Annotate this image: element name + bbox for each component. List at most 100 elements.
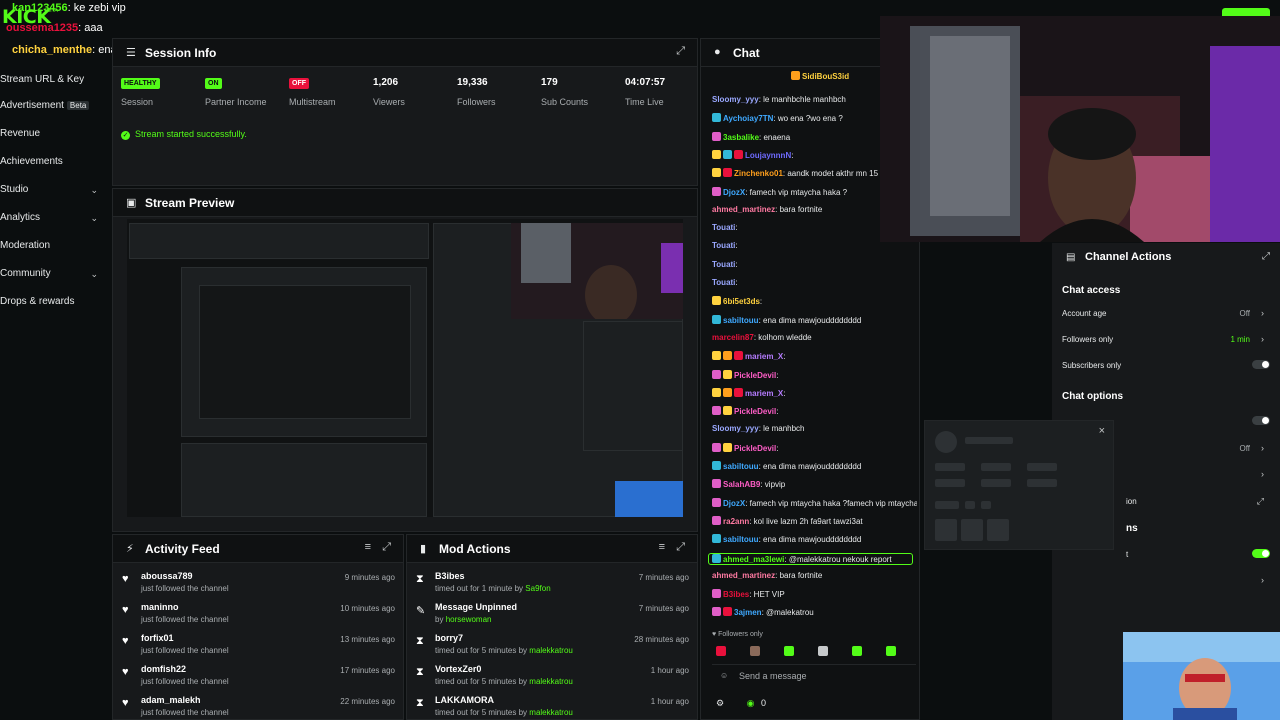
sidebar-item[interactable]: Revenue (0, 128, 108, 148)
chat-username[interactable]: Touati (712, 260, 735, 269)
chat-message[interactable]: 6bi5et3ds: (712, 296, 917, 306)
chat-username[interactable]: mariem_X (745, 352, 783, 361)
chat-option-row[interactable] (1126, 416, 1270, 437)
chat-username[interactable]: LoujaynnnN (745, 151, 791, 160)
mod-action-item[interactable]: ⧗ borry7 timed out for 5 minutes by malekk… (407, 631, 697, 662)
chevron-right-icon[interactable]: › (1261, 334, 1264, 344)
chat-message[interactable]: Touati: (712, 241, 917, 250)
close-icon[interactable]: × (1099, 425, 1105, 437)
chat-option-row[interactable]: › (1126, 575, 1270, 596)
chat-message[interactable]: sabiltouu: ena dima mawjoudddddddd (712, 461, 917, 471)
chat-option-row[interactable]: ns (1126, 523, 1270, 543)
chat-input[interactable]: ☺ Send a message (712, 664, 916, 686)
chevron-down-icon[interactable]: ⌄ (90, 185, 98, 196)
emote-icon[interactable] (886, 646, 896, 656)
emote-icon[interactable] (716, 646, 726, 656)
chevron-right-icon[interactable]: › (1261, 443, 1264, 453)
chat-username[interactable]: 3ajmen (734, 608, 762, 617)
chat-username[interactable]: ahmed_martinez (712, 205, 775, 214)
chat-message[interactable]: SalahAB9: vipvip (712, 479, 917, 489)
emote-icon[interactable] (784, 646, 794, 656)
mod-action-item[interactable]: ✎ Message Unpinned by horsewoman 7 minutes … (407, 600, 697, 631)
chat-message[interactable]: PickleDevil: (712, 442, 917, 453)
chat-message[interactable]: DjozX: famech vip mtaycha haka ?famech v… (712, 497, 917, 508)
chat-message[interactable]: Touati: (712, 260, 917, 269)
chat-message[interactable]: mariem_X: (712, 351, 917, 361)
chat-message[interactable]: marcelin87: kolhom wledde (712, 333, 917, 342)
moderator-name[interactable]: Sa9fon (525, 584, 550, 593)
chat-username[interactable]: 3asbalike (723, 133, 759, 142)
sidebar-item[interactable]: Advertisement Beta (0, 100, 108, 120)
chat-username[interactable]: PickleDevil (734, 407, 776, 416)
chat-username[interactable]: ahmed_ma3lewi (723, 555, 784, 564)
chat-username[interactable]: SalahAB9 (723, 480, 760, 489)
chat-username[interactable]: ahmed_martinez (712, 571, 775, 580)
chat-username[interactable]: Sloomy_yyy (712, 424, 759, 433)
expand-icon[interactable]: ⤢ (676, 541, 685, 554)
moderator-name[interactable]: malekkatrou (529, 708, 573, 717)
activity-item[interactable]: ♥ forfix01 just followed the channel 13 min… (113, 631, 403, 662)
chat-username[interactable]: 6bi5et3ds (723, 297, 760, 306)
emote-icon[interactable] (852, 646, 862, 656)
expand-icon[interactable]: ⤢ (1257, 496, 1264, 507)
moderator-name[interactable]: malekkatrou (529, 677, 573, 686)
chat-message[interactable]: PickleDevil: (712, 369, 917, 380)
chat-username[interactable]: Aychoiay7TN (723, 114, 773, 123)
toggle-switch[interactable] (1252, 360, 1270, 369)
sidebar-item[interactable]: Drops & rewards (0, 296, 108, 316)
mod-action-item[interactable]: ⧗ LAKKAMORA timed out for 5 minutes by mal… (407, 693, 697, 720)
chat-username[interactable]: sabiltouu (723, 462, 759, 471)
activity-item[interactable]: ♥ adam_malekh just followed the channel 22 … (113, 693, 403, 720)
chat-username[interactable]: marcelin87 (712, 333, 754, 342)
expand-icon[interactable]: ⤢ (382, 541, 391, 554)
sidebar-item[interactable]: Moderation (0, 240, 108, 260)
chat-username[interactable]: PickleDevil (734, 371, 776, 380)
sidebar-item[interactable]: Studio ⌄ (0, 184, 108, 204)
chat-username[interactable]: ra2ann (723, 517, 749, 526)
filter-icon[interactable]: ≡ (659, 541, 665, 553)
sidebar-item[interactable]: Analytics ⌄ (0, 212, 108, 232)
chat-option-row[interactable]: › (1126, 469, 1270, 490)
chat-message[interactable]: Touati: (712, 278, 917, 287)
chat-username[interactable]: sabiltouu (723, 316, 759, 325)
chat-message[interactable]: B3ibes: HET VIP (712, 589, 917, 599)
chat-username[interactable]: Touati (712, 278, 735, 287)
expand-icon[interactable]: ⤢ (676, 45, 685, 58)
moderator-name[interactable]: horsewoman (446, 615, 492, 624)
chat-message[interactable]: 3ajmen: @malekatrou (712, 607, 917, 617)
chat-message[interactable]: Sloomy_yyy: le manhbch (712, 424, 917, 433)
channel-action-row[interactable]: Subscribers only (1062, 360, 1270, 381)
chat-username[interactable]: PickleDevil (734, 444, 776, 453)
chat-message[interactable]: ahmed_ma3lewi: @malekkatrou nekouk repor… (708, 552, 913, 565)
chat-message[interactable]: sabiltouu: ena dima mawjoudddddddd (712, 534, 917, 544)
chat-message[interactable]: sabiltouu: ena dima mawjoudddddddd (712, 314, 917, 325)
activity-item[interactable]: ♥ aboussa789 just followed the channel 9 mi… (113, 569, 403, 600)
chevron-right-icon[interactable]: › (1261, 469, 1264, 479)
mod-action-item[interactable]: ⧗ B3ibes timed out for 1 minute by Sa9fon 7… (407, 569, 697, 600)
chevron-right-icon[interactable]: › (1261, 575, 1264, 585)
toggle-switch[interactable] (1252, 548, 1270, 558)
chat-username[interactable]: B3ibes (723, 590, 749, 599)
expand-icon[interactable]: ⤢ (1262, 251, 1270, 262)
chat-message[interactable]: ra2ann: kol live lazm 2h fa9art tawzi3at (712, 515, 917, 526)
chat-option-row[interactable]: Off › (1126, 443, 1270, 464)
sidebar-item[interactable]: Stream URL & Key (0, 74, 108, 94)
stream-preview-video[interactable] (127, 219, 683, 517)
sidebar-item[interactable]: Achievements (0, 156, 108, 176)
smile-icon[interactable]: ☺ (720, 671, 728, 680)
chat-option-row[interactable]: t (1126, 548, 1270, 570)
activity-item[interactable]: ♥ domfish22 just followed the channel 17 mi… (113, 662, 403, 693)
settings-icon[interactable]: ⚙ (716, 698, 724, 708)
activity-item[interactable]: ♥ maninno just followed the channel 10 minu… (113, 600, 403, 631)
chat-username[interactable]: Sloomy_yyy (712, 95, 759, 104)
channel-action-row[interactable]: Account age Off › (1062, 308, 1270, 329)
emote-icon[interactable] (750, 646, 760, 656)
chat-username[interactable]: Touati (712, 223, 735, 232)
chat-username[interactable]: DjozX (723, 499, 745, 508)
sidebar-item[interactable]: Community ⌄ (0, 268, 108, 288)
chevron-right-icon[interactable]: › (1261, 308, 1264, 318)
chat-message[interactable]: mariem_X: (712, 387, 917, 398)
chat-message[interactable]: PickleDevil: (712, 406, 917, 416)
chevron-down-icon[interactable]: ⌄ (90, 213, 98, 224)
chat-option-row[interactable]: ion ⤢ (1126, 496, 1270, 517)
